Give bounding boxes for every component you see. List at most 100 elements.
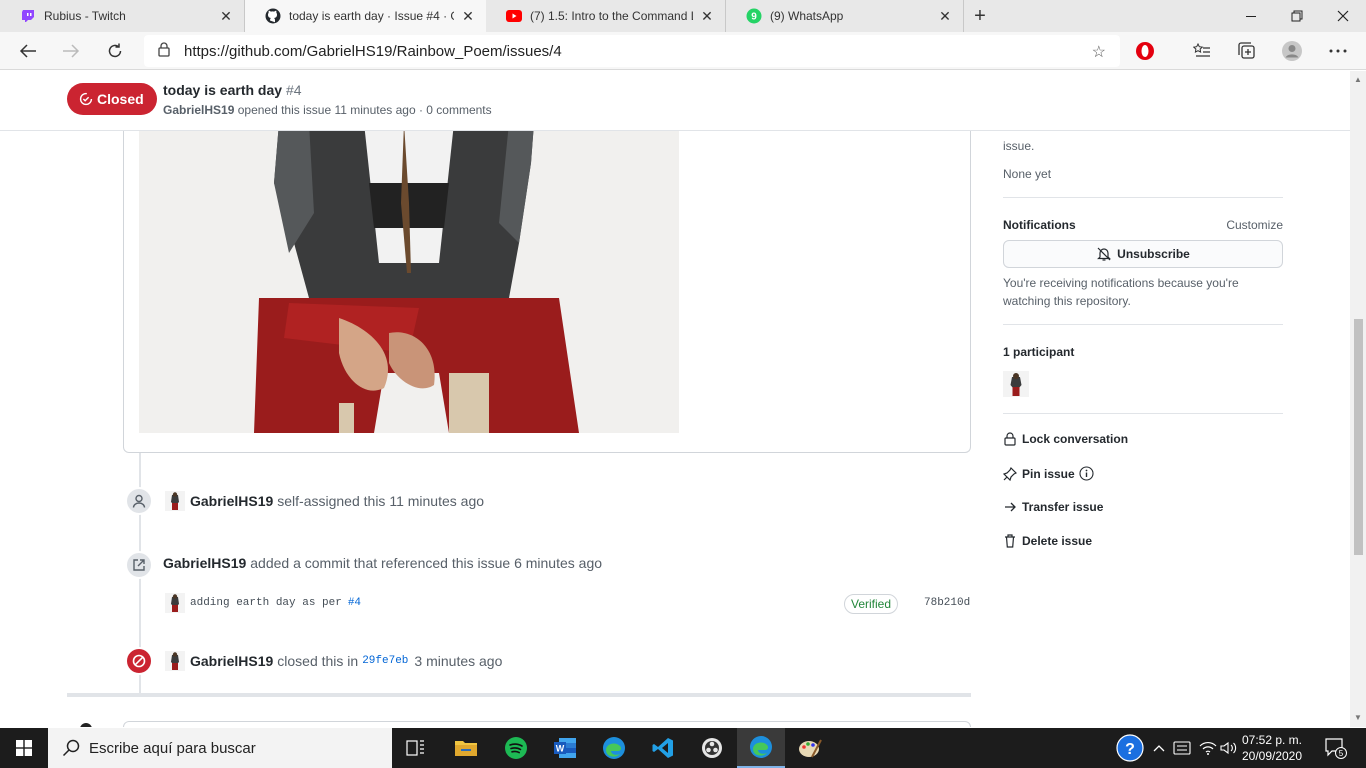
user-avatar[interactable] [165, 491, 185, 511]
paint-icon[interactable] [786, 728, 834, 768]
tab-github-issue[interactable]: today is earth day · Issue #4 · Ga ✕ [245, 0, 486, 32]
file-explorer-icon[interactable] [442, 728, 490, 768]
favorite-star-icon[interactable]: ☆ [1092, 42, 1106, 62]
scroll-up-arrow-icon[interactable]: ▲ [1354, 75, 1362, 84]
lock-conversation-link[interactable]: Lock conversation [1003, 432, 1128, 446]
circle-slash-icon [132, 654, 146, 668]
tab-youtube[interactable]: (7) 1.5: Intro to the Command Lin ✕ [486, 0, 726, 32]
tab-whatsapp[interactable]: 9 (9) WhatsApp ✕ [726, 0, 964, 32]
windows-start-button[interactable] [0, 728, 48, 768]
opera-extension-icon[interactable] [1134, 40, 1156, 62]
action-label: Delete issue [1022, 534, 1093, 548]
user-avatar[interactable] [165, 651, 185, 671]
event-text: added a commit that referenced this issu… [250, 555, 603, 571]
new-comment-box[interactable] [123, 721, 971, 727]
delete-issue-link[interactable]: Delete issue [1003, 534, 1092, 548]
action-label: Pin issue [1022, 466, 1075, 481]
edge-active-icon[interactable] [737, 728, 785, 768]
participants-heading: 1 participant [1003, 345, 1075, 359]
trash-icon [1003, 534, 1017, 548]
vscode-icon[interactable] [639, 728, 687, 768]
volume-icon[interactable] [1218, 728, 1240, 768]
user-avatar[interactable] [165, 593, 185, 613]
new-tab-button[interactable]: + [964, 5, 996, 28]
chevron-up-icon[interactable] [1150, 728, 1168, 768]
action-center-icon[interactable]: 5 [1320, 728, 1352, 768]
commit-message-link[interactable]: adding earth day as per [190, 597, 342, 609]
close-tab-icon[interactable]: ✕ [218, 8, 234, 25]
close-tab-icon[interactable]: ✕ [699, 8, 715, 25]
minimize-button[interactable] [1228, 0, 1274, 32]
action-label: Transfer issue [1022, 500, 1104, 514]
svg-text:W: W [556, 744, 565, 754]
event-user-link[interactable]: GabrielHS19 [190, 493, 273, 509]
spotify-icon[interactable] [492, 728, 540, 768]
customize-link[interactable]: Customize [1226, 218, 1283, 232]
word-icon[interactable]: W [541, 728, 589, 768]
refresh-button[interactable] [100, 36, 130, 66]
wifi-icon[interactable] [1196, 728, 1220, 768]
collections-icon[interactable] [1236, 40, 1258, 62]
back-button[interactable] [13, 36, 43, 66]
lock-icon [158, 41, 170, 61]
more-menu-icon[interactable] [1327, 40, 1349, 62]
lock-icon [1003, 432, 1017, 446]
transfer-issue-link[interactable]: Transfer issue [1003, 500, 1103, 514]
close-tab-icon[interactable]: ✕ [460, 8, 476, 25]
issue-author-link[interactable]: GabrielHS19 [163, 103, 234, 117]
page-scrollbar[interactable]: ▲ ▼ [1350, 71, 1366, 727]
tab-twitch[interactable]: Rubius - Twitch ✕ [0, 0, 245, 32]
issue-state-badge: Closed [67, 83, 157, 115]
input-method-icon[interactable] [1170, 728, 1194, 768]
forward-button[interactable] [56, 36, 86, 66]
info-icon[interactable] [1079, 466, 1094, 481]
comment-image[interactable] [139, 123, 679, 433]
edge-icon[interactable] [590, 728, 638, 768]
obs-icon[interactable] [688, 728, 736, 768]
current-user-avatar [80, 723, 92, 727]
issue-state-label: Closed [97, 91, 144, 107]
search-icon [62, 739, 80, 757]
url-text: https://github.com/GabrielHS19/Rainbow_P… [184, 42, 562, 60]
favorites-list-icon[interactable] [1191, 40, 1213, 62]
task-view-icon[interactable] [392, 728, 440, 768]
sidebar-divider [1003, 197, 1283, 198]
assigned-event-badge [125, 487, 153, 515]
whatsapp-icon: 9 [746, 8, 762, 24]
close-window-button[interactable] [1320, 0, 1366, 32]
notification-count: 5 [1339, 749, 1344, 758]
tab-title: today is earth day · Issue #4 · Ga [289, 9, 454, 23]
event-user-link[interactable]: GabrielHS19 [163, 555, 246, 571]
timeline-end-divider [67, 693, 971, 697]
linked-pr-description: issue. [1003, 139, 1035, 153]
linked-pr-none: None yet [1003, 167, 1052, 181]
commit-sha-link[interactable]: 78b210d [924, 597, 970, 609]
close-tab-icon[interactable]: ✕ [937, 8, 953, 25]
svg-text:?: ? [1125, 741, 1135, 758]
taskbar-clock[interactable]: 07:52 p. m. 20/09/2020 [1240, 732, 1304, 764]
event-time: 3 minutes ago [414, 653, 503, 669]
issue-closed-icon [79, 92, 93, 106]
issue-ref-link[interactable]: #4 [348, 597, 361, 609]
pin-issue-link[interactable]: Pin issue [1003, 466, 1094, 481]
scrollbar-thumb[interactable] [1354, 319, 1363, 555]
unsubscribe-button[interactable]: Unsubscribe [1003, 240, 1283, 268]
issue-title: today is earth day #4 [163, 82, 302, 98]
action-label: Lock conversation [1022, 432, 1129, 446]
profile-avatar-icon[interactable] [1281, 40, 1303, 62]
scroll-down-arrow-icon[interactable]: ▼ [1354, 713, 1362, 722]
help-tray-icon[interactable]: ? [1114, 728, 1146, 768]
cross-reference-icon [133, 559, 145, 571]
notification-reason: watching this repository. [1003, 294, 1131, 308]
github-issue-page: Closed today is earth day #4 GabrielHS19… [0, 71, 1366, 727]
taskbar-search-box[interactable]: Escribe aquí para buscar [48, 728, 392, 768]
address-bar[interactable]: https://github.com/GabrielHS19/Rainbow_P… [144, 35, 1120, 67]
svg-text:9: 9 [751, 12, 757, 23]
clock-time: 07:52 p. m. [1241, 733, 1303, 747]
verified-badge[interactable]: Verified [844, 594, 899, 614]
restore-button[interactable] [1274, 0, 1320, 32]
event-user-link[interactable]: GabrielHS19 [190, 653, 273, 669]
bell-slash-icon [1097, 247, 1112, 261]
closing-commit-sha-link[interactable]: 29fe7eb [362, 655, 408, 667]
participant-avatar[interactable] [1003, 371, 1029, 397]
